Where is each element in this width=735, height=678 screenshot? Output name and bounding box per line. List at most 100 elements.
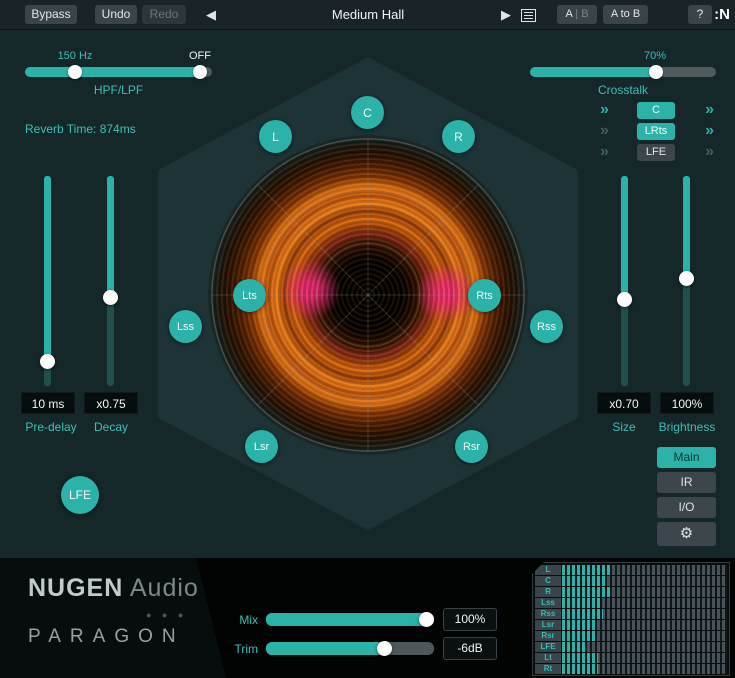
channel-node-c[interactable]: C: [351, 96, 384, 129]
crosstalk-handle[interactable]: [649, 65, 663, 79]
route-out-chevrons-icon[interactable]: »: [705, 144, 712, 160]
hpf-lpf-slider[interactable]: [25, 67, 212, 77]
trim-fill: [266, 642, 384, 655]
help-button[interactable]: ?: [688, 5, 712, 24]
meter-row: Rss: [535, 609, 727, 619]
brightness-value[interactable]: 100%: [660, 392, 714, 414]
decay-fill: [107, 176, 114, 297]
meter-channel-label: Lss: [535, 598, 561, 608]
size-slider[interactable]: [621, 176, 628, 386]
top-toolbar: Bypass Undo Redo ◀ Medium Hall ▶ A | B A…: [0, 0, 735, 30]
trim-value[interactable]: -6dB: [443, 637, 497, 660]
channel-node-lss[interactable]: Lss: [169, 310, 202, 343]
meter-bar: [562, 576, 727, 586]
route-in-chevrons-icon[interactable]: »: [600, 123, 607, 139]
meter-fill: [562, 620, 595, 630]
crosstalk-label: Crosstalk: [530, 83, 716, 97]
meter-fill: [562, 631, 597, 641]
meter-row: Rt: [535, 664, 727, 674]
channel-node-rts[interactable]: Rts: [468, 279, 501, 312]
mix-handle[interactable]: [419, 612, 434, 627]
decay-slider[interactable]: [107, 176, 114, 386]
a-to-b-button[interactable]: A to B: [603, 5, 648, 24]
bypass-button[interactable]: Bypass: [25, 5, 77, 24]
brand-name-primary: NUGEN: [28, 574, 123, 602]
predelay-fill: [44, 176, 51, 361]
predelay-label: Pre-delay: [21, 420, 81, 434]
meter-row: C: [535, 576, 727, 586]
predelay-handle[interactable]: [40, 354, 55, 369]
tab-main[interactable]: Main: [657, 447, 716, 468]
meter-channel-label: Rsr: [535, 631, 561, 641]
route-button-c[interactable]: C: [637, 102, 675, 119]
meter-fill: [562, 587, 610, 597]
ab-compare-button[interactable]: A | B: [557, 5, 597, 24]
predelay-slider[interactable]: [44, 176, 51, 386]
previous-preset-icon[interactable]: ◀: [202, 5, 220, 24]
predelay-value[interactable]: 10 ms: [21, 392, 75, 414]
meter-channel-label: Rss: [535, 609, 561, 619]
hpf-handle[interactable]: [68, 65, 82, 79]
settings-gear-icon[interactable]: ⚙: [657, 522, 716, 546]
hpf-lpf-fill: [25, 67, 201, 77]
lpf-handle[interactable]: [193, 65, 207, 79]
routing-row-c: » C »: [600, 101, 712, 119]
crosstalk-fill: [530, 67, 655, 77]
size-handle[interactable]: [617, 292, 632, 307]
routing-row-lrts: » LRts »: [600, 122, 712, 140]
preset-list-icon[interactable]: [518, 8, 538, 22]
route-in-chevrons-icon[interactable]: »: [600, 144, 607, 160]
mix-slider[interactable]: [266, 613, 434, 626]
nugen-logo: :N: [710, 5, 734, 24]
meter-bar: [562, 565, 727, 575]
route-in-chevrons-icon[interactable]: »: [600, 102, 607, 118]
trim-handle[interactable]: [377, 641, 392, 656]
trim-slider[interactable]: [266, 642, 434, 655]
channel-node-rss[interactable]: Rss: [530, 310, 563, 343]
output-meters: L C R Lss Rss Lsr: [532, 562, 730, 676]
meter-bar: [562, 609, 727, 619]
main-panel: C L R Lts Rts Lss Rss Lsr Rsr LFE 150 Hz…: [0, 31, 735, 558]
meter-fill: [562, 653, 598, 663]
size-value[interactable]: x0.70: [597, 392, 651, 414]
meter-channel-label: Lt: [535, 653, 561, 663]
preset-name[interactable]: Medium Hall: [268, 5, 468, 24]
meter-fill: [562, 609, 603, 619]
channel-node-r[interactable]: R: [442, 120, 475, 153]
brand-name-secondary: Audio: [130, 574, 199, 602]
redo-button[interactable]: Redo: [142, 5, 186, 24]
decay-value[interactable]: x0.75: [84, 392, 138, 414]
lpf-value: OFF: [172, 50, 228, 62]
meter-channel-label: Lsr: [535, 620, 561, 630]
meter-fill: [562, 664, 598, 674]
bottom-bar: NUGEN Audio ● ● ● PARAGON Mix 100% Trim …: [0, 558, 735, 678]
product-name: PARAGON: [28, 626, 185, 648]
channel-node-rsr[interactable]: Rsr: [455, 430, 488, 463]
channel-node-l[interactable]: L: [259, 120, 292, 153]
crosstalk-slider[interactable]: [530, 67, 716, 77]
tab-ir[interactable]: IR: [657, 472, 716, 493]
route-button-lrts[interactable]: LRts: [637, 123, 675, 140]
tab-io[interactable]: I/O: [657, 497, 716, 518]
meter-row: Lss: [535, 598, 727, 608]
channel-node-lfe[interactable]: LFE: [61, 476, 99, 514]
brand-dots: ● ● ●: [146, 610, 187, 620]
viz-pink-glow-left: [278, 258, 342, 322]
meter-fill: [562, 642, 587, 652]
route-button-lfe[interactable]: LFE: [637, 144, 675, 161]
brightness-handle[interactable]: [679, 271, 694, 286]
undo-button[interactable]: Undo: [95, 5, 137, 24]
decay-handle[interactable]: [103, 290, 118, 305]
route-out-chevrons-icon[interactable]: »: [705, 123, 712, 139]
meter-channel-label: LFE: [535, 642, 561, 652]
brand-name: NUGEN Audio: [28, 574, 199, 603]
brightness-slider[interactable]: [683, 176, 690, 386]
mix-value[interactable]: 100%: [443, 608, 497, 631]
next-preset-icon[interactable]: ▶: [498, 5, 514, 24]
channel-node-lsr[interactable]: Lsr: [245, 430, 278, 463]
meter-fill: [562, 598, 602, 608]
meter-bar: [562, 664, 727, 674]
channel-node-lts[interactable]: Lts: [233, 279, 266, 312]
route-out-chevrons-icon[interactable]: »: [705, 102, 712, 118]
crosstalk-value: 70%: [630, 50, 680, 62]
